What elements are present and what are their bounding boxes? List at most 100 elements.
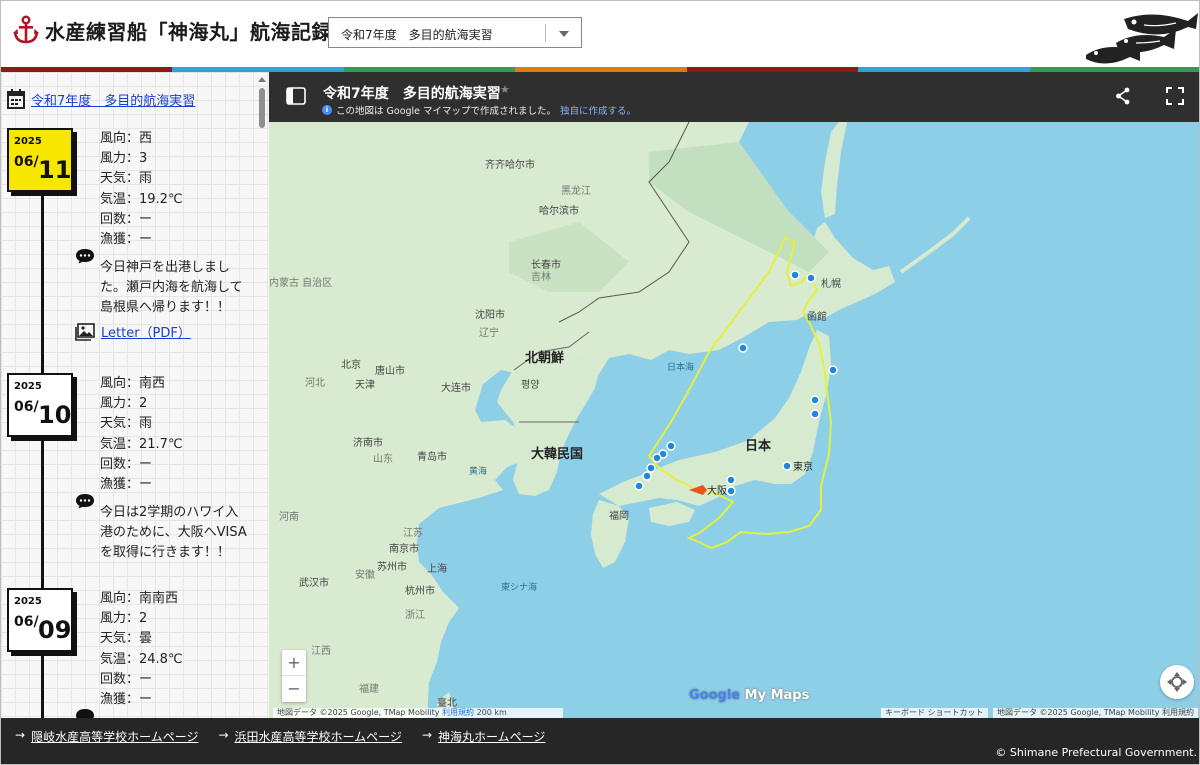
google-logo: Google <box>689 688 741 703</box>
sidebar-scrollbar[interactable] <box>258 77 266 718</box>
star-icon[interactable]: ★ <box>500 83 510 96</box>
scale-label: 200 km <box>476 708 507 717</box>
map-canvas[interactable]: 齐齐哈尔市 黑龙江 哈尔滨市 长春市 吉林 沈阳市 辽宁 内蒙古 自治区 北京 … <box>269 122 1200 718</box>
footer-link-oki[interactable]: → 隠岐水産高等学校ホームページ <box>15 728 198 745</box>
footer-link-label[interactable]: 隠岐水産高等学校ホームページ <box>31 728 198 745</box>
label-tokyo: 東京 <box>793 460 813 473</box>
date-year: 2025 <box>14 381 42 392</box>
label-jiangsu: 江苏 <box>403 526 423 539</box>
date-day: 10 <box>38 401 72 429</box>
label-shanghai: 上海 <box>427 562 447 575</box>
label-beijing: 北京 <box>341 358 361 371</box>
footer-link-label[interactable]: 浜田水産高等学校ホームページ <box>235 728 402 745</box>
comment-icon <box>76 249 94 264</box>
weather-info: 風向：南西 風力：2 天気：雨 気温：21.7℃ 回数：ー 漁獲：ー <box>100 374 183 495</box>
label-nanjing: 南京市 <box>389 542 419 555</box>
wind-force: 風力：3 <box>100 151 148 167</box>
label-hebei: 河北 <box>305 377 325 389</box>
weather: 天気：曇 <box>100 631 153 647</box>
label-north-korea: 北朝鮮 <box>525 350 564 366</box>
info-icon: i <box>322 105 332 115</box>
sidebar: 令和7年度 多目的航海実習 2025 06/ 11 風向：西 風力：3 天気：雨… <box>1 72 269 718</box>
footer-link-label[interactable]: 神海丸ホームページ <box>438 728 545 745</box>
label-dalian: 大连市 <box>441 381 471 394</box>
wind-direction: 風向：西 <box>100 131 153 146</box>
wind-force: 風力：2 <box>100 396 148 412</box>
date-badge: 2025 06/ 10 <box>7 373 73 437</box>
weather-info: 風向：南南西 風力：2 天気：曇 気温：24.8℃ 回数：ー 漁獲：ー <box>100 589 183 710</box>
arrow-icon: → <box>421 728 432 742</box>
comment-icon <box>76 494 94 509</box>
keyboard-shortcuts-link[interactable]: キーボード ショートカット <box>881 708 988 718</box>
site-logo[interactable]: 水産練習船「神海丸」航海記録 <box>13 15 332 45</box>
map-notice: i この地図は Google マイマップで作成されました。 独自に作成する。 <box>322 103 636 117</box>
terms-link-right[interactable]: 利用規約 <box>1162 708 1194 717</box>
label-changchun: 长春市 <box>531 258 561 271</box>
calendar-icon <box>7 89 25 109</box>
zoom-out-button[interactable]: − <box>282 676 306 702</box>
date-month: 06/ <box>14 399 39 415</box>
label-shandong: 山东 <box>373 452 393 465</box>
footer-link-shinkaimaru[interactable]: → 神海丸ホームページ <box>422 728 545 745</box>
date-month: 06/ <box>14 154 39 170</box>
temperature: 気温：24.8℃ <box>100 651 183 667</box>
fish-illustration <box>1086 13 1198 64</box>
wind-force: 風力：2 <box>100 611 148 627</box>
label-jiangxi: 江西 <box>311 645 331 657</box>
haul-count: 回数：ー <box>100 671 153 687</box>
voyage-title-link[interactable]: 令和7年度 多目的航海実習 <box>31 90 195 109</box>
map-notice-text: この地図は Google マイマップで作成されました。 <box>336 106 557 117</box>
label-heilongjiang: 黑龙江 <box>561 184 591 197</box>
label-harbin: 哈尔滨市 <box>539 204 579 217</box>
temperature: 気温：19.2℃ <box>100 191 183 207</box>
anchor-icon <box>13 15 39 44</box>
copyright: © Shimane Prefectural Government. <box>995 746 1197 759</box>
share-icon[interactable] <box>1115 87 1131 105</box>
scroll-up-arrow-icon[interactable] <box>258 77 266 82</box>
haul-count: 回数：ー <box>100 456 153 472</box>
haul-count: 回数：ー <box>100 211 153 227</box>
map-title: 令和7年度 多目的航海実習 <box>323 86 501 102</box>
image-icon <box>75 322 95 341</box>
letter-pdf-link[interactable]: Letter（PDF） <box>101 322 191 341</box>
map-panel[interactable]: 令和7年度 多目的航海実習 ★ i この地図は Google マイマップで作成さ… <box>269 72 1200 718</box>
catch: 漁獲：ー <box>100 692 153 708</box>
label-yellow-sea: 黄海 <box>469 465 487 477</box>
attribution-text: 地図データ ©2025 Google, TMap Mobility <box>277 708 440 717</box>
wind-direction: 風向：南南西 <box>100 591 179 606</box>
terms-link[interactable]: 利用規約 <box>442 708 474 717</box>
google-mymaps-watermark: Google My Maps <box>689 688 809 703</box>
recenter-icon <box>1167 672 1187 692</box>
label-suzhou: 苏州市 <box>377 560 407 573</box>
arrow-icon: → <box>15 728 26 742</box>
letter-link[interactable]: Letter（PDF） <box>75 322 191 341</box>
date-day: 11 <box>38 156 72 184</box>
label-pyongyang: 평양 <box>521 379 539 391</box>
label-hakodate: 函館 <box>807 310 827 323</box>
wind-direction: 風向：南西 <box>100 376 166 391</box>
recenter-button[interactable] <box>1160 665 1194 699</box>
temperature: 気温：21.7℃ <box>100 436 183 452</box>
page: 水産練習船「神海丸」航海記録 令和7年度 多目的航海実習 令和7年度 多目的航海… <box>0 0 1200 765</box>
sidebar-title: 令和7年度 多目的航海実習 <box>7 89 195 109</box>
zoom-control[interactable]: + − <box>282 650 306 702</box>
footer-link-hamada[interactable]: → 浜田水産高等学校ホームページ <box>218 728 401 745</box>
entry-comment: 今日神戸を出港しました。瀬戸内海を航海して島根県へ帰ります！！ <box>100 260 243 315</box>
label-fukuoka: 福岡 <box>609 509 629 522</box>
label-shenyang: 沈阳市 <box>475 308 505 321</box>
create-own-link[interactable]: 独自に作成する。 <box>560 103 636 117</box>
footer: → 隠岐水産高等学校ホームページ → 浜田水産高等学校ホームページ → 神海丸ホ… <box>1 718 1199 764</box>
mymaps-logo: My Maps <box>744 688 810 703</box>
sidebar-toggle-icon[interactable] <box>286 87 306 105</box>
label-east-china-sea: 東シナ海 <box>501 581 537 593</box>
label-liaoning: 辽宁 <box>479 326 499 339</box>
label-tianjin: 天津 <box>355 379 375 391</box>
scroll-thumb[interactable] <box>259 88 265 128</box>
map-attribution-right: 地図データ ©2025 Google, TMap Mobility 利用規約 <box>993 708 1199 718</box>
zoom-in-button[interactable]: + <box>282 650 306 676</box>
label-tangshan: 唐山市 <box>375 364 405 377</box>
arrow-icon: → <box>218 728 229 742</box>
voyage-select[interactable]: 令和7年度 多目的航海実習 <box>328 17 582 48</box>
catch: 漁獲：ー <box>100 477 153 493</box>
fullscreen-icon[interactable] <box>1166 87 1184 105</box>
